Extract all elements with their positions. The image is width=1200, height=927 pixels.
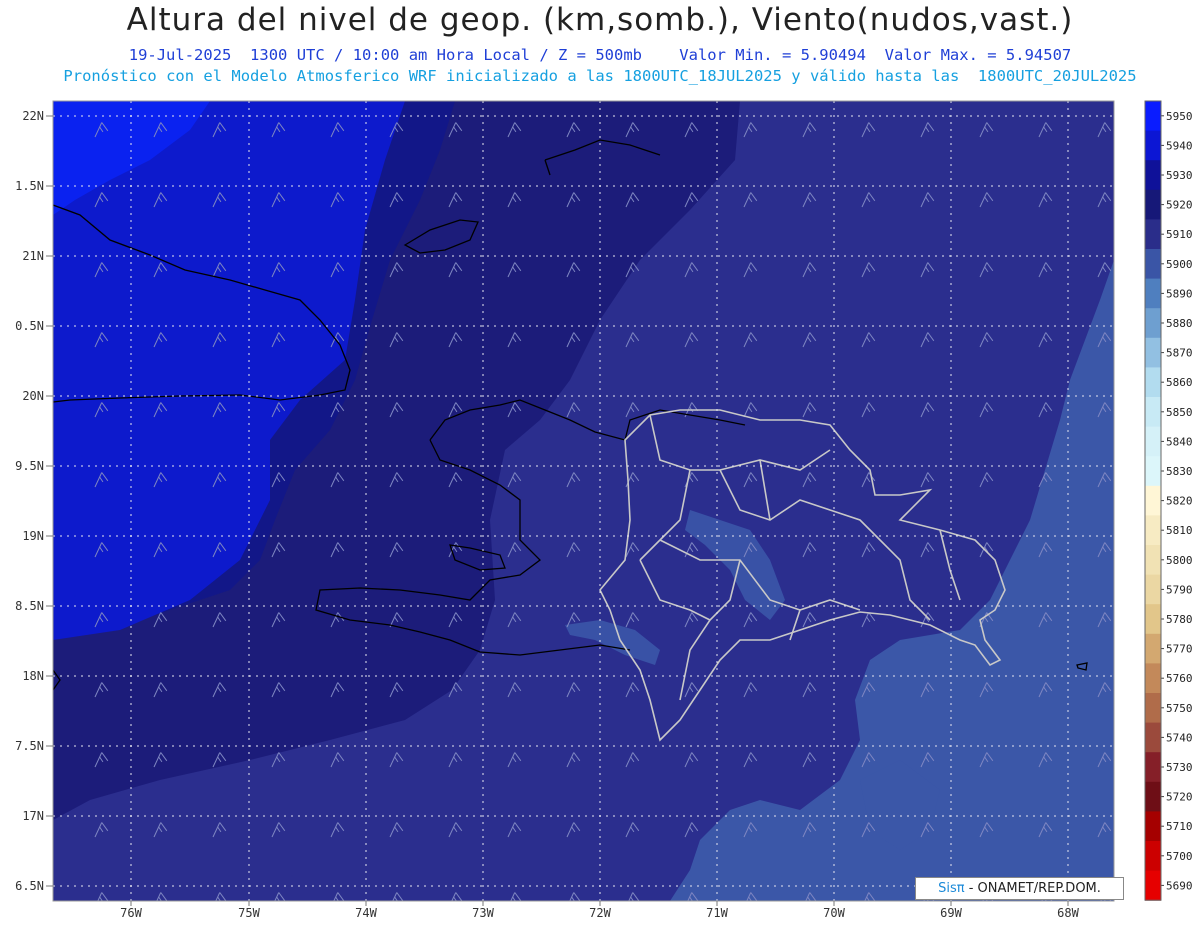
colorbar-label: 5900 xyxy=(1166,258,1193,271)
colorbar-swatch xyxy=(1145,515,1161,546)
credit-text: - ONAMET/REP.DOM. xyxy=(968,881,1101,896)
lon-label: 73W xyxy=(472,906,494,920)
colorbar-swatch xyxy=(1145,160,1161,191)
colorbar-swatch xyxy=(1145,249,1161,280)
colorbar-swatch xyxy=(1145,811,1161,842)
colorbar-label: 5810 xyxy=(1166,524,1193,537)
colorbar-swatch xyxy=(1145,604,1161,635)
colorbar-label: 5890 xyxy=(1166,287,1193,300)
colorbar-swatch xyxy=(1145,870,1161,901)
colorbar-label: 5820 xyxy=(1166,495,1193,508)
colorbar-swatch xyxy=(1145,426,1161,457)
lat-label: 22N xyxy=(22,109,44,123)
colorbar-label: 5850 xyxy=(1166,406,1193,419)
colorbar-label: 5720 xyxy=(1166,791,1193,804)
lat-label: 0.5N xyxy=(15,319,44,333)
colorbar-label: 5730 xyxy=(1166,761,1193,774)
colorbar-swatch xyxy=(1145,693,1161,724)
colorbar-label: 5930 xyxy=(1166,169,1193,182)
lon-label: 68W xyxy=(1057,906,1079,920)
colorbar-label: 5870 xyxy=(1166,347,1193,360)
colorbar-label: 5950 xyxy=(1166,110,1193,123)
colorbar-swatch xyxy=(1145,485,1161,516)
colorbar-swatch xyxy=(1145,752,1161,783)
colorbar-swatch xyxy=(1145,337,1161,368)
lon-label: 71W xyxy=(706,906,728,920)
colorbar-swatch xyxy=(1145,633,1161,664)
lon-label: 76W xyxy=(120,906,142,920)
colorbar-label: 5860 xyxy=(1166,376,1193,389)
longitude-ticks xyxy=(130,901,1069,906)
colorbar-label: 5690 xyxy=(1166,879,1193,892)
colorbar-swatch xyxy=(1145,130,1161,161)
lat-label: 18N xyxy=(22,669,44,683)
lat-label: 7.5N xyxy=(15,739,44,753)
lon-label: 74W xyxy=(355,906,377,920)
colorbar-label: 5940 xyxy=(1166,139,1193,152)
lat-label: 17N xyxy=(22,809,44,823)
colorbar-swatch xyxy=(1145,278,1161,309)
lat-label: 19N xyxy=(22,529,44,543)
colorbar-swatch xyxy=(1145,101,1161,132)
lon-label: 69W xyxy=(940,906,962,920)
colorbar-label: 5760 xyxy=(1166,672,1193,685)
lat-label: 9.5N xyxy=(15,459,44,473)
lat-label: 1.5N xyxy=(15,179,44,193)
lat-label: 6.5N xyxy=(15,879,44,893)
lat-label: 8.5N xyxy=(15,599,44,613)
colorbar-swatch xyxy=(1145,781,1161,812)
colorbar-label: 5840 xyxy=(1166,435,1193,448)
lon-label: 75W xyxy=(238,906,260,920)
colorbar-label: 5740 xyxy=(1166,731,1193,744)
colorbar-swatch xyxy=(1145,397,1161,428)
colorbar-label: 5770 xyxy=(1166,643,1193,656)
colorbar-label: 5910 xyxy=(1166,228,1193,241)
latitude-labels: 22N 1.5N 21N 0.5N 20N 9.5N 19N 8.5N 18N … xyxy=(15,109,44,893)
colorbar-swatch xyxy=(1145,367,1161,398)
credit-box: Sisπ - ONAMET/REP.DOM. xyxy=(915,877,1124,900)
colorbar-label: 5780 xyxy=(1166,613,1193,626)
colorbar-label: 5710 xyxy=(1166,820,1193,833)
colorbar-swatch xyxy=(1145,663,1161,694)
colorbar-label: 5800 xyxy=(1166,554,1193,567)
colorbar-swatch xyxy=(1145,841,1161,872)
colorbar-label: 5700 xyxy=(1166,850,1193,863)
colorbar-swatch xyxy=(1145,308,1161,339)
jamaica-north xyxy=(37,205,50,212)
sispi-logo: Sisπ xyxy=(938,881,965,896)
colorbar-swatch xyxy=(1145,574,1161,605)
colorbar: 5950 5940 5930 5920 5910 5900 5890 5880 5870 5860… xyxy=(1144,100,1193,901)
colorbar-swatch xyxy=(1145,219,1161,250)
colorbar-label: 5790 xyxy=(1166,583,1193,596)
colorbar-swatch xyxy=(1145,722,1161,753)
colorbar-swatch xyxy=(1145,189,1161,220)
lat-label: 20N xyxy=(22,389,44,403)
lat-label: 21N xyxy=(22,249,44,263)
geopotential-field xyxy=(53,101,1114,901)
colorbar-label: 5750 xyxy=(1166,702,1193,715)
colorbar-label: 5880 xyxy=(1166,317,1193,330)
colorbar-swatch xyxy=(1145,545,1161,576)
longitude-labels: 76W 75W 74W 73W 72W 71W 70W 69W 68W xyxy=(120,906,1079,920)
lon-label: 70W xyxy=(823,906,845,920)
colorbar-label: 5920 xyxy=(1166,199,1193,212)
colorbar-swatch xyxy=(1145,456,1161,487)
forecast-map: 22N 1.5N 21N 0.5N 20N 9.5N 19N 8.5N 18N … xyxy=(15,100,1193,920)
lon-label: 72W xyxy=(589,906,611,920)
latitude-ticks xyxy=(46,115,53,887)
colorbar-label: 5830 xyxy=(1166,465,1193,478)
